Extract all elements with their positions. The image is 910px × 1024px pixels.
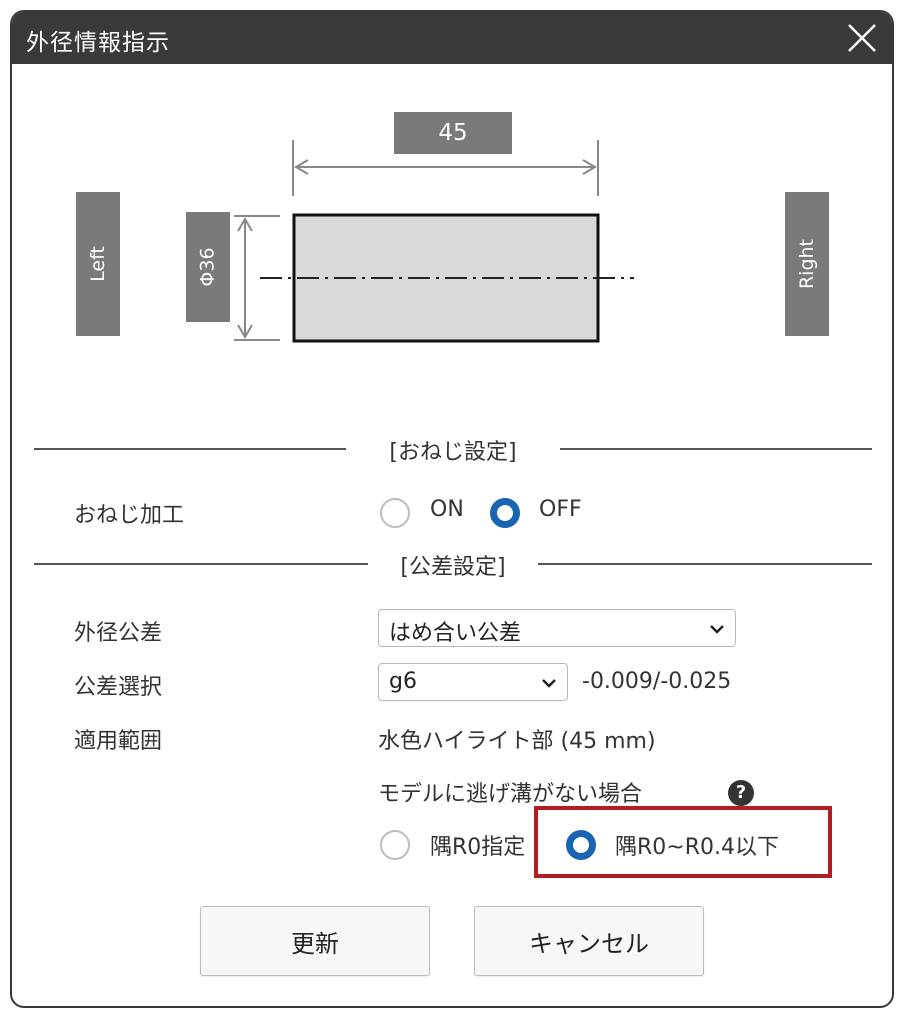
thread-off-label: OFF xyxy=(539,497,582,522)
corner-r0-label: 隅R0指定 xyxy=(430,835,526,860)
help-icon[interactable]: ? xyxy=(728,780,754,806)
diameter-text: Φ36 xyxy=(196,247,219,287)
tolerance-class-select[interactable]: g6 xyxy=(378,663,568,701)
tolerance-range-value: -0.009/-0.025 xyxy=(582,669,732,694)
title-bar: 外径情報指示 xyxy=(12,12,892,64)
applied-range-value: 水色ハイライト部 (45 mm) xyxy=(378,729,656,754)
dialog-title: 外径情報指示 xyxy=(26,30,170,56)
no-groove-label: モデルに逃げ溝がない場合 xyxy=(378,782,643,807)
thread-on-label: ON xyxy=(430,497,464,522)
thread-on-radio[interactable] xyxy=(380,498,410,528)
outer-tolerance-select[interactable]: はめ合い公差 xyxy=(378,609,736,647)
outer-diameter-dialog: 外径情報指示 45 Φ36 Left Right [おねじ設定] おねじ加工 O… xyxy=(10,10,894,1008)
length-dimension-label: 45 xyxy=(394,112,512,154)
highlight-box xyxy=(534,806,832,878)
outer-tolerance-value: はめ合い公差 xyxy=(389,621,522,646)
tolerance-section-header: [公差設定] xyxy=(400,555,506,580)
tolerance-class-value: g6 xyxy=(389,669,417,694)
cancel-button[interactable]: キャンセル xyxy=(474,906,704,976)
diameter-dimension-label: Φ36 xyxy=(186,212,230,322)
update-button[interactable]: 更新 xyxy=(200,906,430,976)
outer-tolerance-label: 外径公差 xyxy=(74,621,163,646)
thread-section-divider: [おねじ設定] xyxy=(34,434,872,465)
right-side-button[interactable]: Right xyxy=(785,192,829,336)
right-label: Right xyxy=(796,238,819,290)
left-label: Left xyxy=(87,246,109,282)
chevron-down-icon xyxy=(542,679,556,688)
tolerance-select-label: 公差選択 xyxy=(74,675,163,700)
thread-off-radio[interactable] xyxy=(490,498,520,528)
thread-section-header: [おねじ設定] xyxy=(389,440,517,465)
chevron-down-icon xyxy=(710,625,724,634)
left-side-button[interactable]: Left xyxy=(76,192,120,336)
applied-range-label: 適用範囲 xyxy=(74,729,163,754)
tolerance-section-divider: [公差設定] xyxy=(34,549,872,580)
thread-row-label: おねじ加工 xyxy=(74,503,185,528)
close-icon[interactable] xyxy=(844,20,880,56)
corner-r0-radio[interactable] xyxy=(380,830,410,860)
part-diagram: 45 Φ36 Left Right xyxy=(12,64,892,394)
